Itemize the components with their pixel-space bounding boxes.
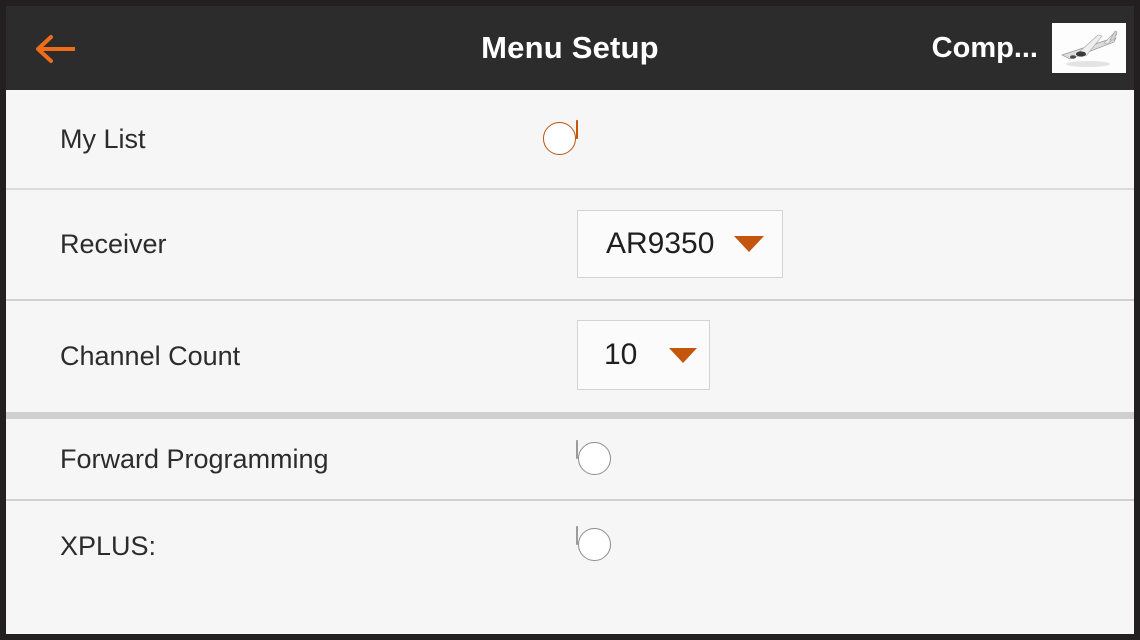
- screen-inner: Menu Setup Comp... My List Receiver AR93…: [6, 6, 1134, 634]
- model-name-label: Comp...: [931, 31, 1038, 64]
- app-header: Menu Setup Comp...: [6, 6, 1134, 90]
- toggle-my-list[interactable]: [543, 120, 578, 155]
- toggle-knob: [578, 528, 611, 561]
- toggle-forward-programming[interactable]: [576, 440, 611, 475]
- setting-row-channel-count[interactable]: Channel Count 10: [6, 301, 1134, 412]
- device-screen: Menu Setup Comp... My List Receiver AR93…: [0, 0, 1140, 640]
- section-separator: [6, 412, 1134, 419]
- setting-row-receiver[interactable]: Receiver AR9350: [6, 190, 1134, 299]
- toggle-knob: [578, 442, 611, 475]
- setting-row-xplus[interactable]: XPLUS:: [6, 501, 1134, 591]
- settings-list: My List Receiver AR9350 Channel Count 10…: [6, 90, 1134, 634]
- toggle-xplus[interactable]: [576, 526, 611, 561]
- setting-label-forward-programming: Forward Programming: [60, 443, 329, 474]
- setting-label-channel-count: Channel Count: [60, 341, 241, 371]
- setting-label-my-list: My List: [60, 123, 146, 154]
- dropdown-receiver[interactable]: AR9350: [577, 210, 783, 278]
- model-selector[interactable]: Comp...: [932, 6, 1126, 90]
- setting-label-xplus: XPLUS:: [60, 530, 157, 561]
- chevron-down-icon: [734, 236, 764, 252]
- dropdown-channel-count[interactable]: 10: [577, 320, 710, 390]
- toggle-knob: [543, 122, 576, 155]
- airplane-thumbnail: [1052, 23, 1126, 73]
- airplane-icon: [1052, 23, 1126, 73]
- dropdown-channel-count-value: 10: [604, 338, 638, 371]
- chevron-down-icon: [669, 347, 697, 363]
- setting-row-forward-programming[interactable]: Forward Programming: [6, 419, 1134, 499]
- dropdown-receiver-value: AR9350: [606, 227, 715, 260]
- setting-label-receiver: Receiver: [60, 229, 167, 259]
- setting-row-my-list[interactable]: My List: [6, 90, 1134, 188]
